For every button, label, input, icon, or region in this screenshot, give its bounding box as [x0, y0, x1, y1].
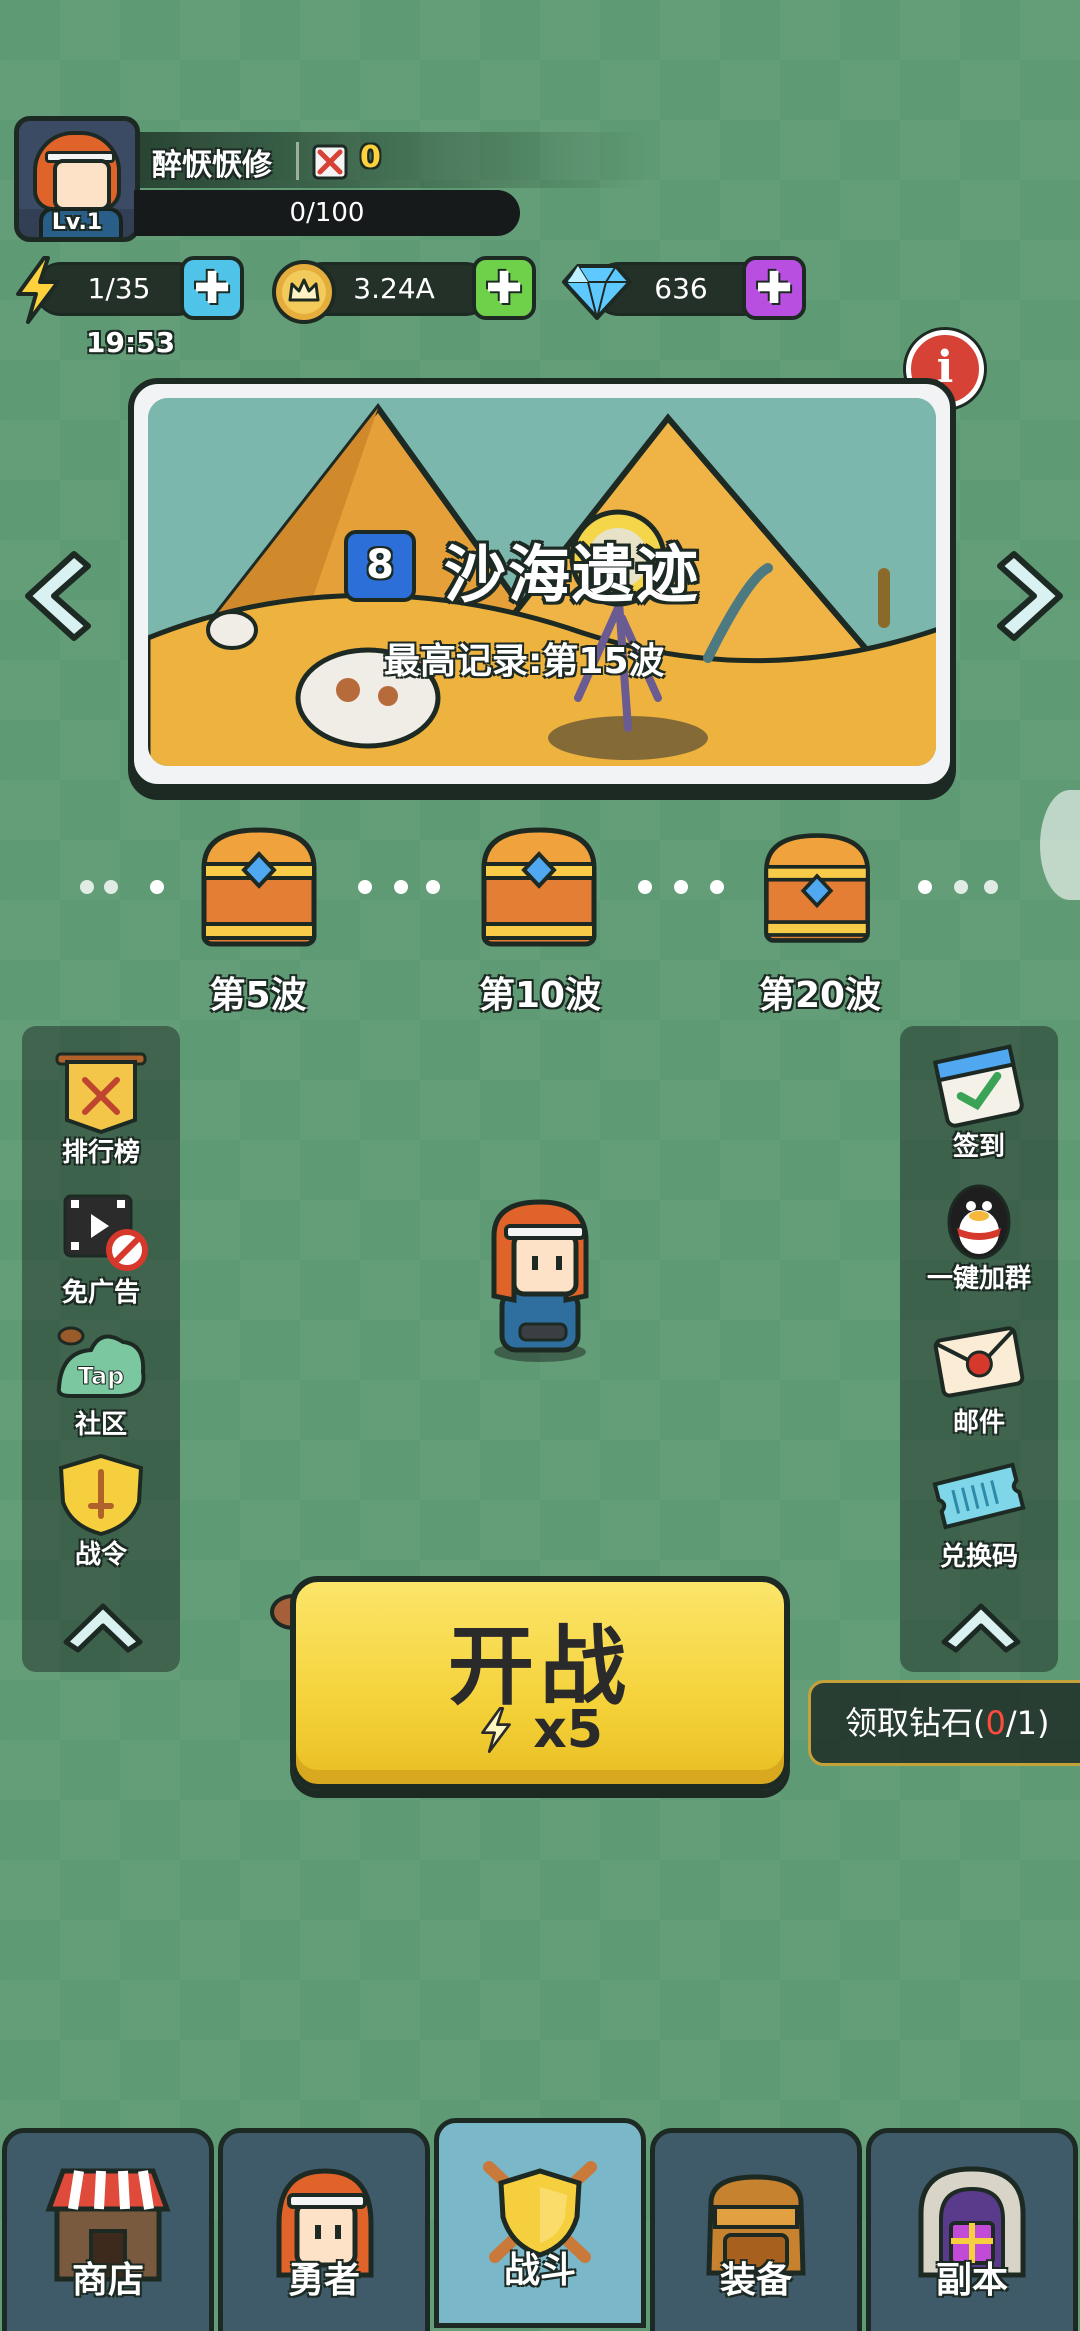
tab-shop[interactable]: 商店	[2, 2128, 214, 2331]
avatar-face	[53, 159, 111, 211]
tab-hero[interactable]: 勇者	[218, 2128, 430, 2331]
mail-envelope-icon	[933, 1326, 1025, 1398]
battle-cost-lightning-icon	[481, 1707, 511, 1753]
gold-value: 3.24A	[353, 272, 435, 305]
progress-dot	[426, 880, 440, 894]
crossed-swords-icon	[312, 144, 348, 180]
progress-dot	[984, 880, 998, 894]
wave5-chest-label: 第5波	[209, 975, 307, 1016]
progress-dot	[358, 880, 372, 894]
tab-dungeon[interactable]: 副本	[866, 2128, 1078, 2331]
progress-dot	[674, 880, 688, 894]
community-label: 社区	[74, 1410, 127, 1440]
wave10-chest-label: 第10波	[478, 975, 602, 1016]
bottom-navigation: 商店 勇者 战斗 装备 副本	[0, 2118, 1080, 2331]
no-ads-label: 免广告	[61, 1278, 140, 1308]
stage-title: 沙海遗迹	[444, 538, 701, 611]
checkin-button[interactable]: 签到	[914, 1044, 1044, 1163]
tap-badge-text: Tap	[78, 1362, 125, 1390]
claim-diamonds-suffix: /1)	[1005, 1704, 1050, 1742]
combat-power-value: 0	[360, 140, 381, 175]
player-level: Lv.1	[19, 209, 135, 237]
join-group-label: 一键加群	[926, 1264, 1031, 1294]
energy-plus-button[interactable]: ✚	[180, 256, 244, 320]
progress-dot	[150, 880, 164, 894]
next-stage-arrow-icon[interactable]	[990, 546, 1070, 646]
hero-character-sprite	[491, 1199, 589, 1362]
tab-battle[interactable]: 战斗	[434, 2118, 646, 2328]
mail-label: 邮件	[952, 1408, 1005, 1438]
no-ads-icon	[63, 1194, 148, 1271]
start-battle-button[interactable]: 开战 x5	[290, 1576, 790, 1790]
previous-stage-arrow-icon[interactable]	[18, 546, 98, 646]
stage-number-badge: 8	[344, 530, 416, 602]
player-name: 醉恹恹修	[152, 148, 272, 183]
join-group-button[interactable]: 一键加群	[914, 1176, 1044, 1295]
claim-diamonds-prefix: 领取钻石(	[845, 1704, 986, 1742]
side-drawer-handle[interactable]	[1040, 790, 1080, 900]
energy-timer: 19:53	[86, 326, 176, 359]
exp-bar: 0/100	[134, 190, 520, 236]
battle-cost-text: x5	[533, 1700, 603, 1760]
battle-energy-cost: x5	[296, 1700, 784, 1760]
battle-pass-shield-icon	[58, 1453, 144, 1537]
claim-diamonds-button[interactable]: 领取钻石(0/1)	[808, 1680, 1080, 1766]
crown-coin-icon	[272, 260, 336, 324]
wave5-chest-icon[interactable]	[198, 824, 320, 950]
lightning-icon	[16, 256, 60, 324]
progress-dot	[80, 880, 94, 894]
leaderboard-label: 排行榜	[61, 1138, 140, 1168]
stage-best-record: 最高记录:第15波	[384, 641, 665, 682]
community-button[interactable]: Tap 社区	[36, 1322, 166, 1441]
diamond-value: 636	[654, 272, 708, 305]
progress-dot	[954, 880, 968, 894]
calendar-checkin-icon	[932, 1044, 1024, 1128]
progress-dot	[394, 880, 408, 894]
tab-equipment[interactable]: 装备	[650, 2128, 862, 2331]
leaderboard-banner-icon	[55, 1052, 147, 1135]
progress-dot	[918, 880, 932, 894]
redeem-code-button[interactable]: 兑换码	[914, 1454, 1044, 1573]
tab-shop-label: 商店	[71, 2260, 144, 2301]
exp-text: 0/100	[289, 198, 365, 228]
leaderboard-button[interactable]: 排行榜	[36, 1050, 166, 1169]
tab-dungeon-label: 副本	[935, 2260, 1008, 2301]
wave20-chest-icon[interactable]	[760, 830, 874, 946]
battle-pass-button[interactable]: 战令	[36, 1452, 166, 1571]
battle-pass-label: 战令	[74, 1540, 127, 1570]
diamond-plus-button[interactable]: ✚	[742, 256, 806, 320]
name-divider	[296, 142, 299, 180]
checkin-label: 签到	[952, 1132, 1005, 1162]
progress-dot	[104, 880, 118, 894]
collapse-right-menu-icon[interactable]	[936, 1598, 1026, 1654]
energy-value: 1/35	[87, 272, 151, 305]
gold-plus-button[interactable]: ✚	[472, 256, 536, 320]
claim-diamonds-current: 0	[985, 1704, 1006, 1742]
wave10-chest-icon[interactable]	[478, 824, 600, 950]
wave20-chest-label: 第20波	[758, 975, 882, 1016]
progress-dot	[638, 880, 652, 894]
penguin-group-icon	[947, 1184, 1011, 1260]
diamond-icon	[562, 264, 632, 320]
tap-community-icon: Tap	[56, 1326, 146, 1398]
mail-button[interactable]: 邮件	[914, 1320, 1044, 1439]
redeem-ticket-icon	[932, 1462, 1026, 1530]
tab-hero-label: 勇者	[287, 2260, 360, 2301]
tab-battle-label: 战斗	[503, 2250, 576, 2291]
tab-equipment-label: 装备	[719, 2260, 792, 2301]
progress-dot	[710, 880, 724, 894]
no-ads-button[interactable]: 免广告	[36, 1190, 166, 1309]
redeem-code-label: 兑换码	[939, 1542, 1018, 1572]
collapse-left-menu-icon[interactable]	[58, 1598, 148, 1654]
player-avatar[interactable]: Lv.1	[14, 116, 140, 242]
